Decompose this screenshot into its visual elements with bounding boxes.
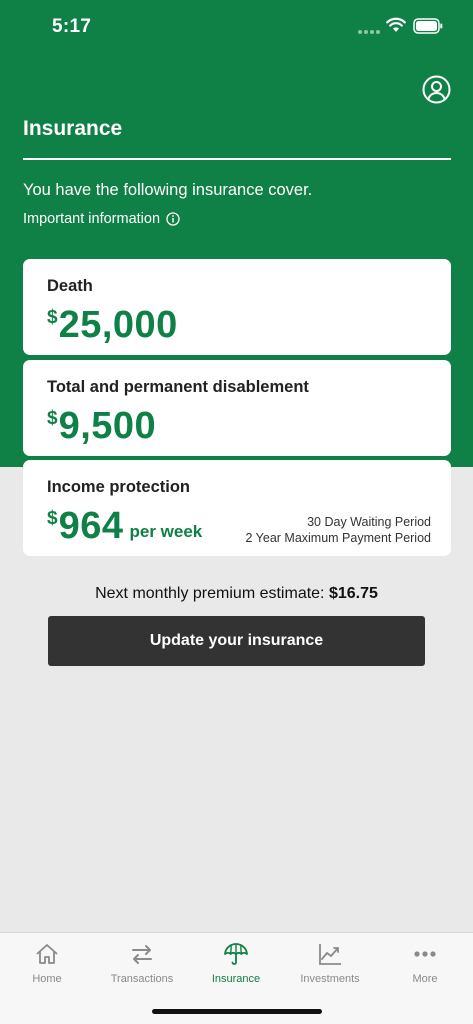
income-protection-title: Income protection <box>47 478 191 496</box>
important-information-link[interactable]: Important information <box>23 211 180 227</box>
death-cover-card: Death $ 25,000 <box>23 259 451 355</box>
status-time: 5:17 <box>52 16 92 37</box>
more-icon <box>414 951 436 957</box>
tab-more-label: More <box>412 973 438 985</box>
status-bar: 5:17 <box>0 0 473 54</box>
income-protection-details: 30 Day Waiting Period 2 Year Maximum Pay… <box>245 514 431 546</box>
home-icon <box>36 944 58 964</box>
title-divider <box>23 158 451 160</box>
tab-investments-label: Investments <box>300 973 360 985</box>
wifi-icon <box>386 17 406 32</box>
update-insurance-button[interactable]: Update your insurance <box>48 616 425 666</box>
premium-estimate: Next monthly premium estimate: $16.75 <box>0 585 473 603</box>
battery-icon <box>413 18 443 34</box>
tab-home[interactable]: Home <box>0 941 94 985</box>
income-protection-value: 964 <box>58 505 124 547</box>
income-protection-unit: per week <box>129 522 203 541</box>
tab-transactions[interactable]: Transactions <box>95 941 189 985</box>
maximum-payment-period: 2 Year Maximum Payment Period <box>245 531 431 545</box>
death-cover-amount: $ 25,000 <box>47 303 178 347</box>
tpd-cover-title: Total and permanent disablement <box>47 378 309 396</box>
tab-home-label: Home <box>32 973 62 985</box>
page-title: Insurance <box>23 117 123 140</box>
currency-symbol: $ <box>47 508 58 529</box>
income-protection-card: Income protection $ 964 per week 30 Day … <box>23 460 451 556</box>
tpd-cover-amount: $ 9,500 <box>47 404 156 448</box>
tab-more[interactable]: More <box>378 941 472 985</box>
premium-estimate-value: $16.75 <box>328 585 378 602</box>
tab-investments[interactable]: Investments <box>283 941 377 985</box>
premium-estimate-label: Next monthly premium estimate: <box>95 585 325 602</box>
intro-text: You have the following insurance cover. <box>23 181 313 199</box>
income-protection-amount: $ 964 per week <box>47 504 202 548</box>
tpd-cover-card: Total and permanent disablement $ 9,500 <box>23 360 451 456</box>
umbrella-icon <box>224 943 248 965</box>
tab-insurance-label: Insurance <box>211 973 261 985</box>
tpd-cover-value: 9,500 <box>58 405 157 447</box>
profile-icon[interactable] <box>422 75 451 104</box>
transactions-icon <box>132 945 152 964</box>
waiting-period: 30 Day Waiting Period <box>307 515 431 529</box>
tab-insurance[interactable]: Insurance <box>189 941 283 985</box>
chart-icon <box>319 944 341 965</box>
tab-transactions-label: Transactions <box>110 973 174 985</box>
currency-symbol: $ <box>47 408 58 429</box>
cellular-signal-icon <box>358 30 380 34</box>
home-indicator <box>152 1009 322 1014</box>
important-information-label: Important information <box>23 211 161 227</box>
currency-symbol: $ <box>47 307 58 328</box>
info-icon <box>166 212 180 226</box>
death-cover-title: Death <box>47 277 93 295</box>
death-cover-value: 25,000 <box>58 304 178 346</box>
